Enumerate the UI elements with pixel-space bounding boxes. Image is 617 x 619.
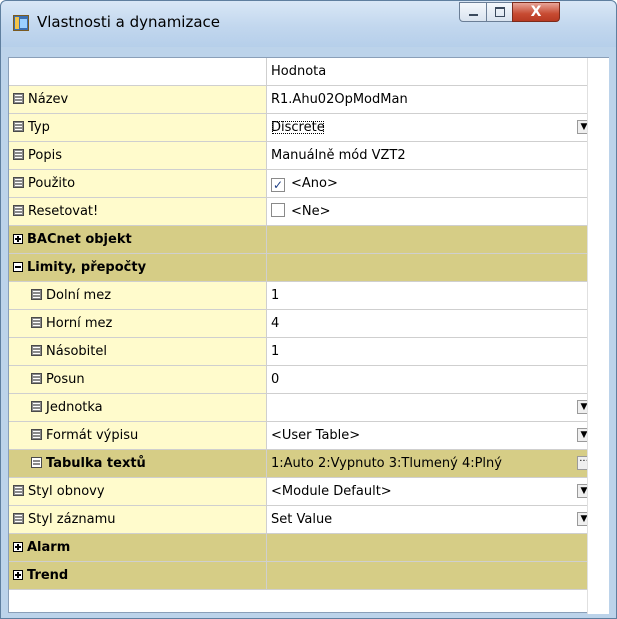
property-name: Horní mez [9,310,267,337]
vertical-scroll-area[interactable] [587,58,609,614]
property-name: Použito [9,170,267,197]
window-title: Vlastnosti a dynamizace [37,13,221,31]
property-row-typ[interactable]: Typ Discrete ▼ [9,114,608,142]
property-icon [13,485,24,496]
property-row-tabulka-textu[interactable]: Tabulka textů 1:Auto 2:Vypnuto 3:Tlumený… [9,450,608,478]
property-value[interactable]: 4 [267,310,591,337]
property-name: Styl záznamu [9,506,267,533]
group-name: Limity, přepočty [9,254,267,281]
unit-select[interactable]: ▼ [267,394,591,421]
maximize-button[interactable] [486,2,513,22]
property-row-nasobitel[interactable]: Násobitel 1 [9,338,608,366]
refresh-style-select[interactable]: <Module Default> ▼ [267,478,591,505]
group-value [267,562,587,589]
property-row-posun[interactable]: Posun 0 [9,366,608,394]
property-icon [13,149,24,160]
property-icon [31,289,42,300]
group-name: Alarm [9,534,267,561]
minimize-button[interactable] [459,2,487,22]
property-value: <Ne> [267,198,591,225]
type-select[interactable]: Discrete ▼ [267,114,591,141]
property-row-nazev[interactable]: Název R1.Ahu02OpModMan [9,86,608,114]
property-name: Jednotka [9,394,267,421]
group-value [267,254,587,281]
property-icon [31,345,42,356]
close-icon: X [530,4,542,20]
group-row-limity[interactable]: Limity, přepočty [9,254,608,282]
property-value[interactable]: 1 [267,338,591,365]
group-row-alarm[interactable]: Alarm [9,534,608,562]
property-name: Název [9,86,267,113]
property-icon [31,317,42,328]
group-value [267,534,587,561]
property-value[interactable]: 0 [267,366,591,393]
property-row-resetovat[interactable]: Resetovat! <Ne> [9,198,608,226]
property-name: Popis [9,142,267,169]
property-row-format-vypisu[interactable]: Formát výpisu <User Table> ▼ [9,422,608,450]
property-name: Typ [9,114,267,141]
property-icon [13,513,24,524]
property-grid: Hodnota Název R1.Ahu02OpModMan Typ Discr… [8,57,609,614]
group-row-bacnet[interactable]: BACnet objekt [9,226,608,254]
expand-icon[interactable] [13,542,23,552]
property-row-popis[interactable]: Popis Manuálně mód VZT2 [9,142,608,170]
property-row-horni-mez[interactable]: Horní mez 4 [9,310,608,338]
property-value[interactable]: R1.Ahu02OpModMan [267,86,591,113]
value-column-header: Hodnota [271,64,327,79]
reset-checkbox[interactable] [271,203,285,217]
property-name: Dolní mez [9,282,267,309]
app-icon [13,15,29,31]
property-value[interactable]: Manuálně mód VZT2 [267,142,591,169]
property-name: Styl obnovy [9,478,267,505]
property-name: Tabulka textů [9,450,267,477]
title-bar[interactable]: Vlastnosti a dynamizace X [1,1,616,47]
property-name: Posun [9,366,267,393]
properties-window: Vlastnosti a dynamizace X Hodnota Název … [0,0,617,619]
property-icon [31,401,42,412]
collapse-icon[interactable] [13,262,23,272]
property-row-dolni-mez[interactable]: Dolní mez 1 [9,282,608,310]
property-icon [31,373,42,384]
property-name: Formát výpisu [9,422,267,449]
property-icon [13,177,24,188]
property-name: Resetovat! [9,198,267,225]
record-style-select[interactable]: Set Value ▼ [267,506,591,533]
property-icon [31,429,42,440]
group-name: BACnet objekt [9,226,267,253]
format-select[interactable]: <User Table> ▼ [267,422,591,449]
close-button[interactable]: X [512,2,560,22]
property-icon [13,121,24,132]
group-row-trend[interactable]: Trend [9,562,608,590]
property-row-styl-obnovy[interactable]: Styl obnovy <Module Default> ▼ [9,478,608,506]
property-name: Násobitel [9,338,267,365]
table-icon [31,457,42,468]
name-column-header [9,58,267,85]
property-value[interactable]: 1 [267,282,591,309]
used-checkbox[interactable]: ✓ [271,178,285,192]
group-value [267,226,587,253]
property-row-jednotka[interactable]: Jednotka ▼ [9,394,608,422]
expand-icon[interactable] [13,234,23,244]
property-icon [13,93,24,104]
property-row-pouzito[interactable]: Použito ✓ <Ano> [9,170,608,198]
property-row-styl-zaznamu[interactable]: Styl záznamu Set Value ▼ [9,506,608,534]
property-value: ✓ <Ano> [271,176,338,192]
property-icon [13,205,24,216]
text-table-value[interactable]: 1:Auto 2:Vypnuto 3:Tlumený 4:Plný ··· [267,450,591,477]
grid-header: Hodnota [9,58,608,86]
minimize-icon [468,14,478,16]
group-name: Trend [9,562,267,589]
expand-icon[interactable] [13,570,23,580]
maximize-icon [494,7,505,17]
